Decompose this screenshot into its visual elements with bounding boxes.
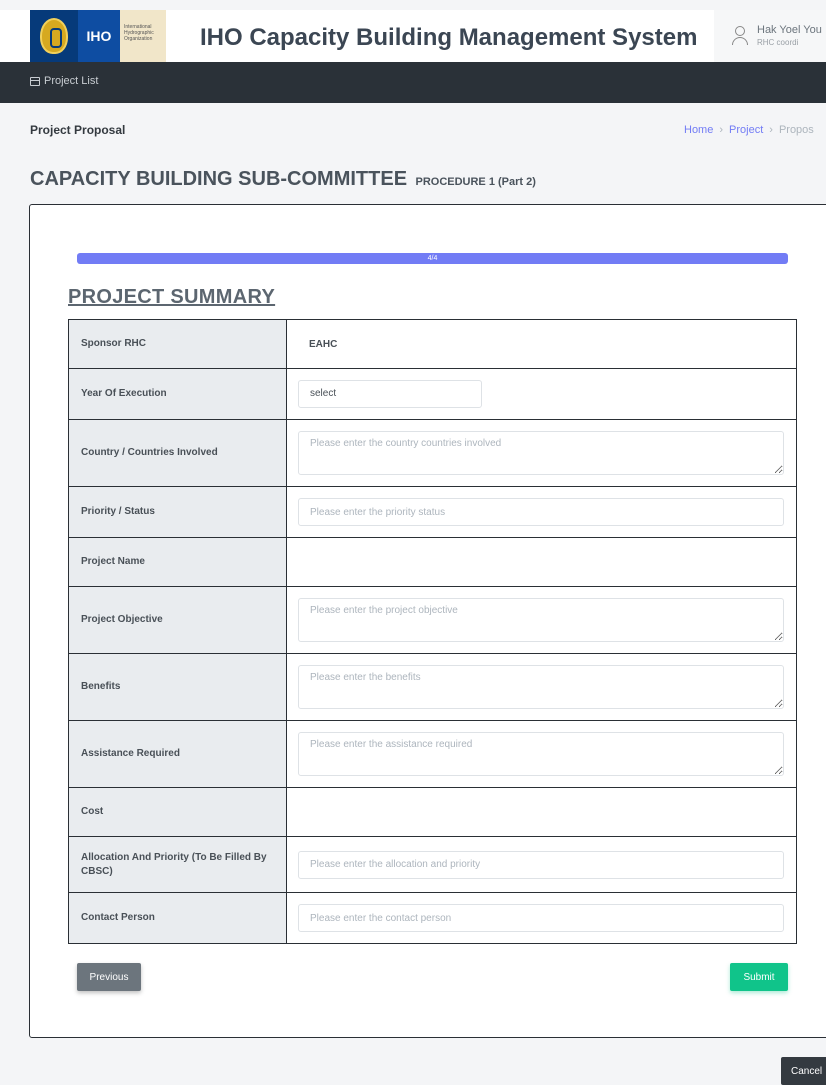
table-row: Benefits — [68, 653, 797, 721]
benefits-cell — [286, 653, 797, 721]
logo-text: IHO — [78, 10, 120, 62]
row-label: Sponsor RHC — [68, 319, 287, 369]
table-row: Cost — [68, 787, 797, 837]
priority-cell — [286, 486, 797, 538]
priority-status-input[interactable] — [298, 498, 784, 526]
row-label: Project Objective — [68, 586, 287, 654]
project-name-cell — [286, 537, 797, 587]
top-header: IHO International Hydrographic Organizat… — [0, 0, 826, 62]
table-row: Contact Person — [68, 892, 797, 944]
previous-button[interactable]: Previous — [77, 963, 141, 991]
iho-logo[interactable]: IHO International Hydrographic Organizat… — [30, 10, 166, 62]
table-row: Allocation And Priority (To Be Filled By… — [68, 836, 797, 893]
nav-item-project-list[interactable]: Project List — [30, 75, 98, 87]
progress-bar: 4/4 — [77, 253, 788, 264]
row-label: Assistance Required — [68, 720, 287, 788]
row-label: Benefits — [68, 653, 287, 721]
row-label: Priority / Status — [68, 486, 287, 538]
breadcrumb: Home › Project › Propos — [684, 124, 814, 136]
table-row: Priority / Status — [68, 486, 797, 538]
sponsor-rhc-value: EAHC — [309, 338, 338, 350]
user-role: RHC coordi — [757, 38, 799, 47]
year-of-execution-select[interactable]: select — [298, 380, 482, 408]
table-row: Project Name — [68, 537, 797, 587]
breadcrumb-separator-icon: › — [719, 124, 724, 136]
table-row: Year Of Execution select — [68, 368, 797, 420]
row-label: Cost — [68, 787, 287, 837]
table-row: Sponsor RHC EAHC — [68, 319, 797, 369]
form-card: 4/4 PROJECT SUMMARY Sponsor RHC EAHC Yea… — [29, 204, 826, 1038]
logo-org-name: International Hydrographic Organization — [120, 10, 166, 62]
benefits-textarea[interactable] — [298, 665, 784, 709]
table-row: Assistance Required — [68, 720, 797, 788]
section-heading-main: CAPACITY BUILDING SUB-COMMITTEE — [30, 168, 408, 190]
countries-cell — [286, 419, 797, 487]
breadcrumb-project[interactable]: Project — [729, 124, 763, 136]
iho-emblem-icon — [30, 10, 78, 62]
user-name: Hak Yoel You — [757, 24, 822, 36]
row-label: Country / Countries Involved — [68, 419, 287, 487]
assistance-required-textarea[interactable] — [298, 732, 784, 776]
nav-item-label: Project List — [44, 75, 99, 87]
main-navbar: Project List — [0, 62, 826, 103]
breadcrumb-current: Propos — [778, 124, 814, 136]
contact-person-input[interactable] — [298, 904, 784, 932]
progress-fill: 4/4 — [77, 253, 788, 264]
summary-title: PROJECT SUMMARY — [68, 286, 276, 308]
row-label: Allocation And Priority (To Be Filled By… — [68, 836, 287, 893]
cancel-button[interactable]: Cancel — [781, 1057, 826, 1085]
section-heading: CAPACITY BUILDING SUB-COMMITTEE PROCEDUR… — [30, 168, 536, 191]
summary-table: Sponsor RHC EAHC Year Of Execution selec… — [68, 319, 797, 944]
section-heading-sub: PROCEDURE 1 (Part 2) — [415, 176, 536, 188]
objective-cell — [286, 586, 797, 654]
allocation-priority-input[interactable] — [298, 850, 784, 879]
breadcrumb-home[interactable]: Home — [684, 124, 713, 136]
year-cell: select — [286, 368, 797, 420]
assistance-cell — [286, 720, 797, 788]
user-menu[interactable]: Hak Yoel You RHC coordi — [714, 10, 826, 62]
cost-cell — [286, 787, 797, 837]
avatar-icon — [732, 26, 748, 46]
table-row: Country / Countries Involved — [68, 419, 797, 487]
app-title: IHO Capacity Building Management System — [200, 24, 698, 51]
breadcrumb-separator-icon: › — [769, 124, 773, 136]
table-row: Project Objective — [68, 586, 797, 654]
row-label: Year Of Execution — [68, 368, 287, 420]
row-label: Project Name — [68, 537, 287, 587]
contact-cell — [286, 892, 797, 944]
allocation-cell — [286, 836, 797, 893]
row-label: Contact Person — [68, 892, 287, 944]
sponsor-rhc-cell: EAHC — [286, 319, 797, 369]
countries-involved-textarea[interactable] — [298, 431, 784, 475]
submit-button[interactable]: Submit — [730, 963, 788, 991]
page-title: Project Proposal — [30, 123, 126, 137]
calendar-icon — [30, 76, 40, 86]
project-objective-textarea[interactable] — [298, 598, 784, 642]
